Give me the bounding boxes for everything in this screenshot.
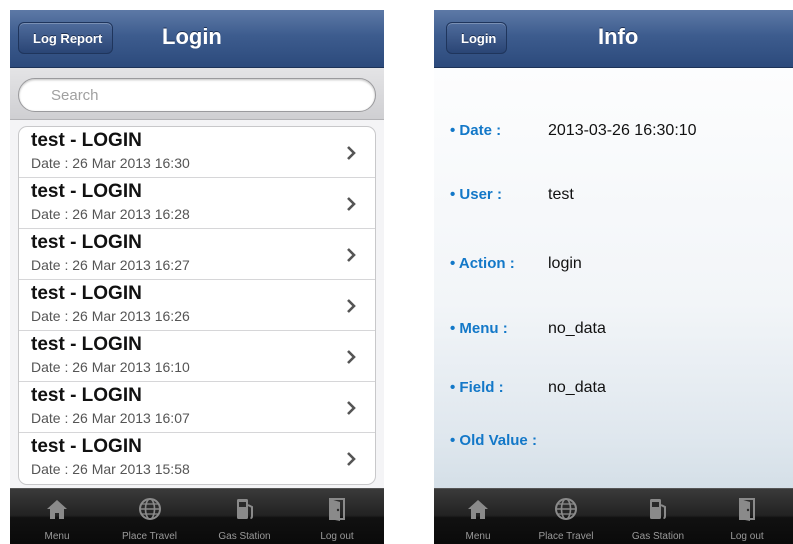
tab-bar: Menu Place Travel Gas Station Log out	[434, 488, 793, 544]
search-bar	[10, 68, 384, 120]
info-label: • Menu :	[450, 320, 508, 337]
tab-menu[interactable]: Menu	[12, 489, 102, 544]
tab-place-travel[interactable]: Place Travel	[102, 489, 197, 544]
item-date: Date : 26 Mar 2013 15:58	[31, 461, 190, 477]
tab-label: Gas Station	[631, 531, 685, 542]
list-item[interactable]: test - LOGIN Date : 26 Mar 2013 16:27	[19, 229, 375, 280]
list-item[interactable]: test - LOGIN Date : 26 Mar 2013 16:30	[19, 127, 375, 178]
navigation-bar: Login Info	[434, 10, 793, 68]
item-date: Date : 26 Mar 2013 16:10	[31, 359, 190, 375]
chevron-right-icon	[347, 146, 356, 160]
item-title: test - LOGIN	[31, 283, 142, 304]
door-icon	[329, 498, 345, 521]
item-title: test - LOGIN	[31, 130, 142, 151]
page-title: Info	[598, 24, 639, 49]
item-date: Date : 26 Mar 2013 16:27	[31, 257, 190, 273]
tab-label: Gas Station	[218, 531, 271, 542]
chevron-right-icon	[347, 350, 356, 364]
info-label: • Action :	[450, 255, 515, 272]
list-item[interactable]: test - LOGIN Date : 26 Mar 2013 16:28	[19, 178, 375, 229]
chevron-right-icon	[347, 452, 356, 466]
gas-pump-icon	[236, 499, 253, 519]
chevron-right-icon	[347, 401, 356, 415]
info-label: • Date :	[450, 122, 502, 139]
login-log-list: test - LOGIN Date : 26 Mar 2013 16:30 te…	[18, 126, 376, 485]
info-value: 2013-03-26 16:30:10	[548, 122, 697, 139]
item-date: Date : 26 Mar 2013 16:26	[31, 308, 190, 324]
tab-label: Log out	[730, 531, 764, 542]
tab-log-out[interactable]: Log out	[292, 489, 382, 544]
list-item[interactable]: test - LOGIN Date : 26 Mar 2013 16:07	[19, 382, 375, 433]
info-label: • Field :	[450, 379, 504, 396]
tab-menu[interactable]: Menu	[436, 489, 520, 544]
chevron-right-icon	[347, 197, 356, 211]
item-date: Date : 26 Mar 2013 16:07	[31, 410, 190, 426]
tab-label: Menu	[465, 531, 491, 542]
item-title: test - LOGIN	[31, 232, 142, 253]
tab-label: Place Travel	[538, 531, 594, 542]
item-title: test - LOGIN	[31, 436, 142, 457]
home-icon	[47, 500, 67, 519]
globe-icon	[555, 498, 577, 520]
tab-gas-station[interactable]: Gas Station	[197, 489, 292, 544]
item-title: test - LOGIN	[31, 334, 142, 355]
info-value: no_data	[548, 320, 606, 337]
info-detail-screen: Login Info • Date : 2013-03-26 16:30:10 …	[434, 10, 793, 544]
item-title: test - LOGIN	[31, 181, 142, 202]
list-item[interactable]: test - LOGIN Date : 26 Mar 2013 15:58	[19, 433, 375, 484]
info-label: • User :	[450, 186, 502, 203]
chevron-right-icon	[347, 299, 356, 313]
info-value: login	[548, 255, 582, 272]
tab-gas-station[interactable]: Gas Station	[612, 489, 704, 544]
item-date: Date : 26 Mar 2013 16:30	[31, 155, 190, 171]
search-input[interactable]	[18, 78, 376, 112]
login-back-button[interactable]: Login	[446, 22, 508, 54]
home-icon	[468, 500, 488, 519]
tab-bar: Menu Place Travel Gas Station Log out	[10, 488, 384, 544]
list-item[interactable]: test - LOGIN Date : 26 Mar 2013 16:10	[19, 331, 375, 382]
tab-log-out[interactable]: Log out	[704, 489, 790, 544]
tab-label: Place Travel	[121, 531, 178, 542]
page-title: Login	[162, 24, 222, 49]
tab-label: Menu	[44, 531, 70, 542]
gas-pump-icon	[650, 499, 666, 519]
door-icon	[739, 498, 755, 521]
navigation-bar: Log Report Login	[10, 10, 384, 68]
tab-label: Log out	[320, 531, 354, 542]
tab-place-travel[interactable]: Place Travel	[520, 489, 612, 544]
list-item[interactable]: test - LOGIN Date : 26 Mar 2013 16:26	[19, 280, 375, 331]
item-date: Date : 26 Mar 2013 16:28	[31, 206, 190, 222]
login-list-screen: Log Report Login test - LOGIN Date : 26 …	[10, 10, 384, 544]
screen-divider	[384, 10, 434, 544]
log-report-back-button[interactable]: Log Report	[18, 22, 114, 54]
chevron-right-icon	[347, 248, 356, 262]
info-label: • Old Value :	[450, 432, 537, 449]
info-value: no_data	[548, 379, 606, 396]
item-title: test - LOGIN	[31, 385, 142, 406]
info-value: test	[548, 186, 574, 203]
globe-icon	[138, 498, 161, 520]
